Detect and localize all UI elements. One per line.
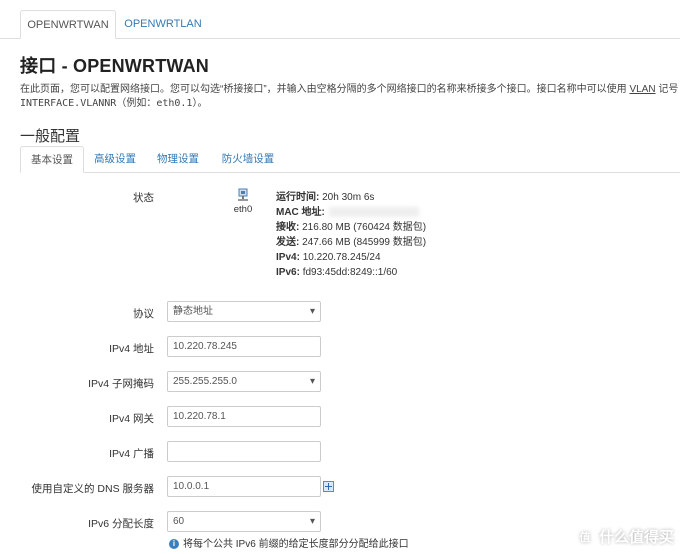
tab-firewall-settings[interactable]: 防火墙设置 <box>210 146 286 172</box>
tab-openwrtlan[interactable]: OPENWRTLAN <box>116 10 210 38</box>
ethernet-port-icon <box>238 188 248 201</box>
status-label: 状态 <box>133 192 154 204</box>
gateway-input[interactable]: 10.220.78.1 <box>167 406 321 427</box>
interface-status: 运行时间: 20h 30m 6s MAC 地址: 接收: 216.80 MB (… <box>276 190 426 280</box>
interface-tabs: OPENWRTWAN OPENWRTLAN <box>0 0 680 39</box>
protocol-label: 协议 <box>133 308 154 320</box>
vlan-abbr: VLAN <box>629 84 656 95</box>
netmask-select[interactable]: 255.255.255.0 <box>167 371 321 392</box>
description-text-end: 记号 <box>658 84 679 95</box>
info-icon: i <box>169 539 179 550</box>
tx-label: 发送: <box>276 237 300 248</box>
page-description: 在此页面，您可以配置网络接口。您可以勾选“桥接接口”，并输入由空格分隔的多个网络… <box>20 80 678 95</box>
tab-advanced-settings[interactable]: 高级设置 <box>84 146 146 172</box>
gateway-label: IPv4 网关 <box>109 413 154 425</box>
rx-label: 接收: <box>276 222 300 233</box>
tx-value: 247.66 MB (845999 数据包) <box>302 237 427 248</box>
mac-address-redacted <box>328 207 419 218</box>
ipv4-address-label: IPv4 地址 <box>109 343 154 355</box>
tab-basic-settings[interactable]: 基本设置 <box>20 146 84 173</box>
uptime-label: 运行时间: <box>276 192 320 203</box>
ipv4-address-input[interactable]: 10.220.78.245 <box>167 336 321 357</box>
site-watermark: 值什么值得买 <box>574 526 674 548</box>
page-title: 接口 - OPENWRTWAN <box>20 56 209 76</box>
rx-value: 216.80 MB (760424 数据包) <box>302 222 427 233</box>
settings-tabs: 基本设置 高级设置 物理设置 防火墙设置 <box>20 146 680 173</box>
tab-openwrtwan[interactable]: OPENWRTWAN <box>20 10 116 39</box>
add-dns-icon[interactable] <box>323 481 334 492</box>
watermark-text: 什么值得买 <box>598 528 674 546</box>
dns-label: 使用自定义的 DNS 服务器 <box>31 483 154 495</box>
tab-physical-settings[interactable]: 物理设置 <box>148 146 208 172</box>
dns-input[interactable]: 10.0.0.1 <box>167 476 321 497</box>
watermark-logo: 值 <box>574 528 595 548</box>
broadcast-label: IPv4 广播 <box>109 448 154 460</box>
section-title: 一般配置 <box>20 128 81 145</box>
uptime-value: 20h 30m 6s <box>322 192 375 203</box>
ipv6-assign-label: IPv6 分配长度 <box>88 518 154 530</box>
protocol-select[interactable]: 静态地址 <box>167 301 321 322</box>
interface-name: eth0 <box>233 204 253 215</box>
netmask-label: IPv4 子网掩码 <box>88 378 154 390</box>
ipv4-label: IPv4: <box>276 252 300 263</box>
ipv6-assign-select[interactable]: 60 <box>167 511 321 532</box>
ipv6-assign-hint: i 将每个公共 IPv6 前缀的给定长度部分分配给此接口 <box>169 535 409 550</box>
interface-indicator: eth0 <box>228 188 258 215</box>
mac-label: MAC 地址: <box>276 207 325 218</box>
ipv6-value: fd93:45dd:8249::1/60 <box>302 267 398 278</box>
ipv6-assign-hint-text: 将每个公共 IPv6 前缀的给定长度部分分配给此接口 <box>183 539 409 550</box>
page-description-example: INTERFACE.VLANNR（例如：eth0.1）。 <box>20 98 208 109</box>
ipv6-label: IPv6: <box>276 267 300 278</box>
ipv4-value: 10.220.78.245/24 <box>302 252 381 263</box>
broadcast-input[interactable] <box>167 441 321 462</box>
